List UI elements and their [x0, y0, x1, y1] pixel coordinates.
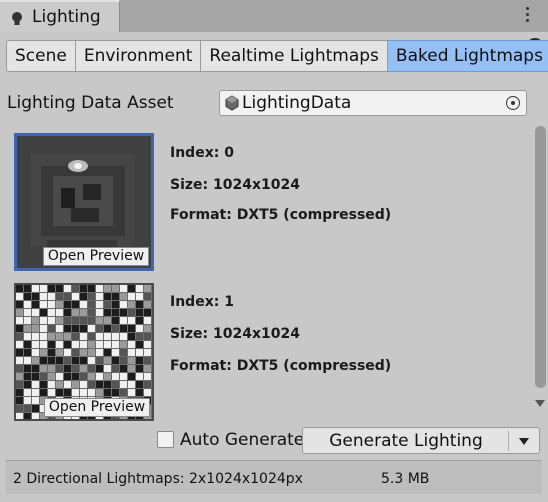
lighting-data-asset-label: Lighting Data Asset — [7, 93, 174, 113]
auto-generate-label: Auto Generate — [180, 430, 305, 450]
lightbulb-icon — [12, 12, 22, 25]
lightmap-thumbnail-0[interactable]: Open Preview — [14, 133, 154, 271]
button-separator — [508, 431, 509, 451]
lightmap-thumbnail-1[interactable]: Open Preview — [14, 283, 154, 421]
lightmaps-memory-size: 5.3 MB — [381, 471, 430, 487]
lightmaps-summary: 2 Directional Lightmaps: 2x1024x1024px — [13, 471, 303, 487]
lightmap-size: Size: 1024x1024 — [170, 326, 300, 342]
tab-baked-lightmaps[interactable]: Baked Lightmaps — [387, 40, 548, 72]
scroll-down-arrow-icon[interactable] — [535, 400, 545, 407]
lightmap-index: Index: 1 — [170, 294, 234, 310]
status-bar: 2 Directional Lightmaps: 2x1024x1024px 5… — [6, 460, 542, 494]
lighting-data-asset-field[interactable]: LightingData — [219, 90, 527, 116]
open-preview-button[interactable]: Open Preview — [44, 398, 150, 417]
lightmap-format: Format: DXT5 (compressed) — [170, 207, 392, 223]
tab-scene[interactable]: Scene — [6, 40, 76, 72]
tab-environment[interactable]: Environment — [75, 40, 202, 72]
lighting-data-asset-value: LightingData — [242, 93, 352, 113]
lighting-tabs: Scene Environment Realtime Lightmaps Bak… — [6, 40, 548, 72]
asset-cube-icon — [225, 95, 239, 111]
scrollbar-thumb[interactable] — [535, 126, 546, 388]
lightmap-index: Index: 0 — [170, 145, 234, 161]
generate-lighting-button[interactable]: Generate Lighting — [302, 427, 540, 454]
object-picker-icon[interactable] — [506, 96, 520, 110]
window-title: Lighting — [32, 7, 101, 27]
lightmap-size: Size: 1024x1024 — [170, 177, 300, 193]
window-titlebar: Lighting — [0, 0, 548, 32]
dropdown-arrow-icon[interactable] — [519, 438, 529, 445]
auto-generate-checkbox[interactable] — [157, 431, 174, 448]
kebab-menu-icon[interactable] — [524, 7, 530, 25]
open-preview-button[interactable]: Open Preview — [43, 247, 149, 266]
tab-realtime-lightmaps[interactable]: Realtime Lightmaps — [201, 40, 388, 72]
window-tab-lighting[interactable]: Lighting — [0, 0, 120, 32]
lightmap-format: Format: DXT5 (compressed) — [170, 358, 392, 374]
generate-lighting-label: Generate Lighting — [329, 431, 483, 451]
